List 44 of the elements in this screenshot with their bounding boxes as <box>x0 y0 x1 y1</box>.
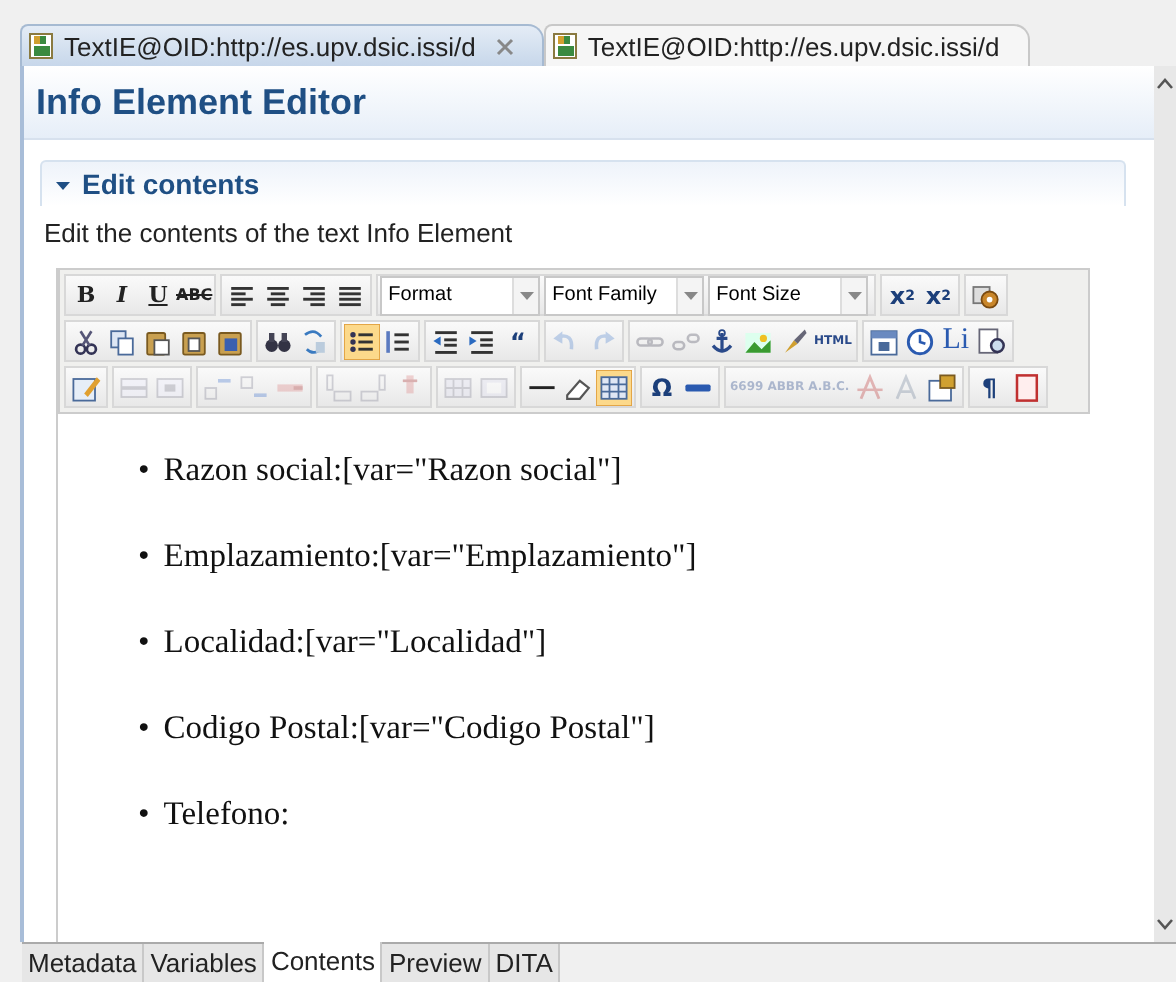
dropdown[interactable]: Font Family <box>544 275 705 315</box>
dropdown-arrow-icon[interactable] <box>519 291 534 299</box>
toolbar-button[interactable]: x$^{2}$ <box>920 277 957 313</box>
italic-button[interactable]: I <box>104 277 140 313</box>
scroll-up-icon[interactable] <box>1156 78 1174 90</box>
section-header[interactable]: Edit contents <box>40 160 1126 206</box>
page-tab[interactable]: DITA <box>489 944 561 982</box>
section-description: Edit the contents of the text Info Element <box>42 216 515 252</box>
tab-label: TextIE@OID:http://es.upv.dsic.issi/d <box>64 31 476 61</box>
list-item-text: Emplazamiento:[var="Emplazamiento"] <box>163 536 697 576</box>
page-tab[interactable]: Contents <box>264 942 383 982</box>
bullet: • <box>138 536 150 576</box>
scroll-down-icon[interactable] <box>1156 918 1174 930</box>
bold-button[interactable]: B <box>68 277 104 313</box>
bullet-list-icon[interactable] <box>344 323 380 359</box>
editor-tab[interactable]: TextIE@OID:http://es.upv.dsic.issi/d <box>543 24 1030 66</box>
bullet: • <box>138 708 150 748</box>
close-icon[interactable] <box>495 37 514 55</box>
list-item-text: Localidad:[var="Localidad"] <box>163 622 547 662</box>
table-icon[interactable] <box>596 369 632 405</box>
bullet: • <box>138 794 150 834</box>
clock-icon[interactable] <box>901 323 938 359</box>
scrollbar[interactable] <box>1154 66 1176 942</box>
editor-tab[interactable]: TextIE@OID:http://es.upv.dsic.issi/d <box>20 24 544 66</box>
underline-button[interactable]: U <box>140 277 176 313</box>
dropdown-arrow-icon[interactable] <box>847 291 862 299</box>
page-tab[interactable]: Preview <box>382 944 490 982</box>
editor-title: Info Element Editor <box>36 81 367 123</box>
list-item-text: Telefono: <box>163 794 290 834</box>
document-magnifier-icon[interactable] <box>973 323 1010 359</box>
tab-label: TextIE@OID:http://es.upv.dsic.issi/d <box>587 31 1000 61</box>
strikethrough-button[interactable]: ABC <box>176 277 213 313</box>
dropdown[interactable]: Font Size <box>708 275 869 315</box>
list-item-text: Codigo Postal:[var="Codigo Postal"] <box>163 708 655 748</box>
image-properties-icon[interactable] <box>923 369 960 405</box>
dropdown-arrow-icon[interactable] <box>683 291 698 299</box>
list-item-text: Razon social:[var="Razon social"] <box>163 450 622 490</box>
bullet: • <box>138 450 150 490</box>
bullet: • <box>138 622 150 662</box>
file-icon <box>551 32 580 60</box>
page-tab[interactable]: Variables <box>144 944 265 982</box>
page-tab[interactable]: Metadata <box>22 944 145 982</box>
dropdown[interactable]: Format <box>380 275 541 315</box>
file-icon <box>28 32 56 60</box>
